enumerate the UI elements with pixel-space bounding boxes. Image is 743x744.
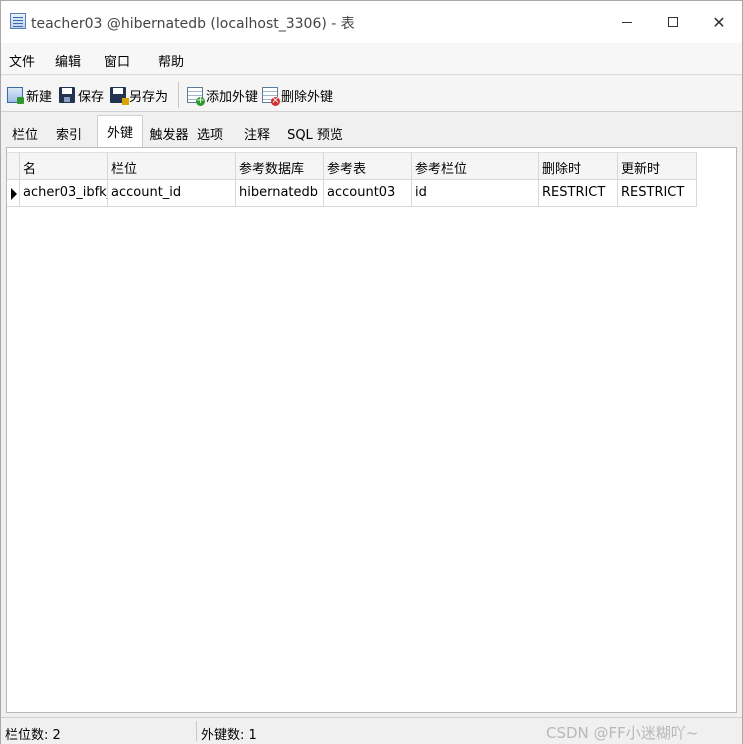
column-header-ref-database[interactable]: 参考数据库 bbox=[236, 152, 324, 180]
cell-ref-database[interactable]: hibernatedb bbox=[236, 180, 324, 207]
menu-file[interactable]: 文件 bbox=[9, 51, 35, 70]
new-button-label: 新建 bbox=[26, 89, 53, 105]
delete-foreign-key-label: 删除外键 bbox=[281, 89, 334, 105]
menu-bar: 文件 编辑 窗口 帮助 bbox=[1, 43, 742, 75]
tab-bar: 栏位 索引 外键 触发器 选项 注释 SQL 预览 bbox=[1, 113, 742, 148]
delete-foreign-key-icon bbox=[262, 87, 280, 106]
watermark: CSDN @FF小迷糊吖~ bbox=[546, 724, 699, 742]
tab-options[interactable]: 选项 bbox=[192, 117, 228, 147]
table-designer-window: teacher03 @hibernatedb (localhost_3306) … bbox=[0, 0, 743, 744]
new-button[interactable]: 新建 bbox=[7, 84, 52, 106]
column-header-name[interactable]: 名 bbox=[20, 152, 108, 180]
tab-triggers[interactable]: 触发器 bbox=[147, 117, 191, 147]
column-header-field[interactable]: 栏位 bbox=[108, 152, 236, 180]
close-button[interactable]: ✕ bbox=[696, 1, 742, 43]
column-header-ref-field[interactable]: 参考栏位 bbox=[412, 152, 539, 180]
save-icon bbox=[59, 87, 75, 103]
row-indicator-header bbox=[7, 152, 20, 180]
minimize-icon bbox=[622, 21, 632, 23]
window-title: teacher03 @hibernatedb (localhost_3306) … bbox=[31, 16, 355, 32]
column-header-on-delete[interactable]: 删除时 bbox=[539, 152, 618, 180]
table-row[interactable]: acher03_ibfk_1 account_id hibernatedb ac… bbox=[7, 180, 697, 207]
save-button[interactable]: 保存 bbox=[59, 84, 104, 106]
tab-columns[interactable]: 栏位 bbox=[5, 117, 45, 147]
menu-edit[interactable]: 编辑 bbox=[55, 51, 81, 70]
toolbar: 新建 保存 另存为 添加外键 删除外键 bbox=[1, 76, 742, 112]
add-foreign-key-icon bbox=[187, 87, 205, 106]
menu-window[interactable]: 窗口 bbox=[104, 51, 130, 70]
foreign-key-count-status: 外键数: 1 bbox=[201, 728, 257, 743]
save-as-icon bbox=[110, 87, 129, 105]
maximize-icon bbox=[668, 17, 678, 27]
column-header-ref-table[interactable]: 参考表 bbox=[324, 152, 412, 180]
new-table-icon bbox=[7, 87, 24, 104]
maximize-button[interactable] bbox=[650, 1, 696, 43]
tab-foreign-keys[interactable]: 外键 bbox=[97, 115, 143, 148]
add-foreign-key-label: 添加外键 bbox=[206, 89, 259, 105]
save-as-button[interactable]: 另存为 bbox=[110, 84, 168, 106]
cell-on-delete[interactable]: RESTRICT bbox=[539, 180, 618, 207]
row-indicator bbox=[7, 180, 20, 207]
tab-comment[interactable]: 注释 bbox=[237, 117, 277, 147]
add-foreign-key-button[interactable]: 添加外键 bbox=[187, 84, 258, 106]
cell-field[interactable]: account_id bbox=[108, 180, 236, 207]
column-count-status: 栏位数: 2 bbox=[5, 728, 61, 743]
current-row-arrow-icon bbox=[11, 188, 17, 200]
save-as-button-label: 另存为 bbox=[129, 89, 169, 105]
toolbar-separator bbox=[178, 82, 179, 108]
cell-on-update[interactable]: RESTRICT bbox=[618, 180, 697, 207]
close-icon: ✕ bbox=[712, 12, 726, 32]
column-header-on-update[interactable]: 更新时 bbox=[618, 152, 697, 180]
status-bar: 栏位数: 2 外键数: 1 CSDN @FF小迷糊吖~ bbox=[1, 717, 742, 744]
tab-sql-preview[interactable]: SQL 预览 bbox=[284, 117, 346, 147]
minimize-button[interactable] bbox=[604, 1, 650, 43]
status-separator bbox=[196, 721, 197, 741]
menu-help[interactable]: 帮助 bbox=[158, 51, 184, 70]
tab-indexes[interactable]: 索引 bbox=[49, 117, 89, 147]
cell-name[interactable]: acher03_ibfk_1 bbox=[20, 180, 108, 207]
foreign-key-grid: 名 栏位 参考数据库 参考表 参考栏位 删除时 更新时 acher03_ibfk… bbox=[6, 147, 737, 713]
title-bar: teacher03 @hibernatedb (localhost_3306) … bbox=[1, 1, 742, 43]
table-app-icon bbox=[10, 13, 26, 29]
delete-foreign-key-button[interactable]: 删除外键 bbox=[262, 84, 333, 106]
cell-ref-table[interactable]: account03 bbox=[324, 180, 412, 207]
cell-ref-field[interactable]: id bbox=[412, 180, 539, 207]
grid-header: 名 栏位 参考数据库 参考表 参考栏位 删除时 更新时 bbox=[7, 152, 697, 180]
save-button-label: 保存 bbox=[78, 89, 105, 105]
